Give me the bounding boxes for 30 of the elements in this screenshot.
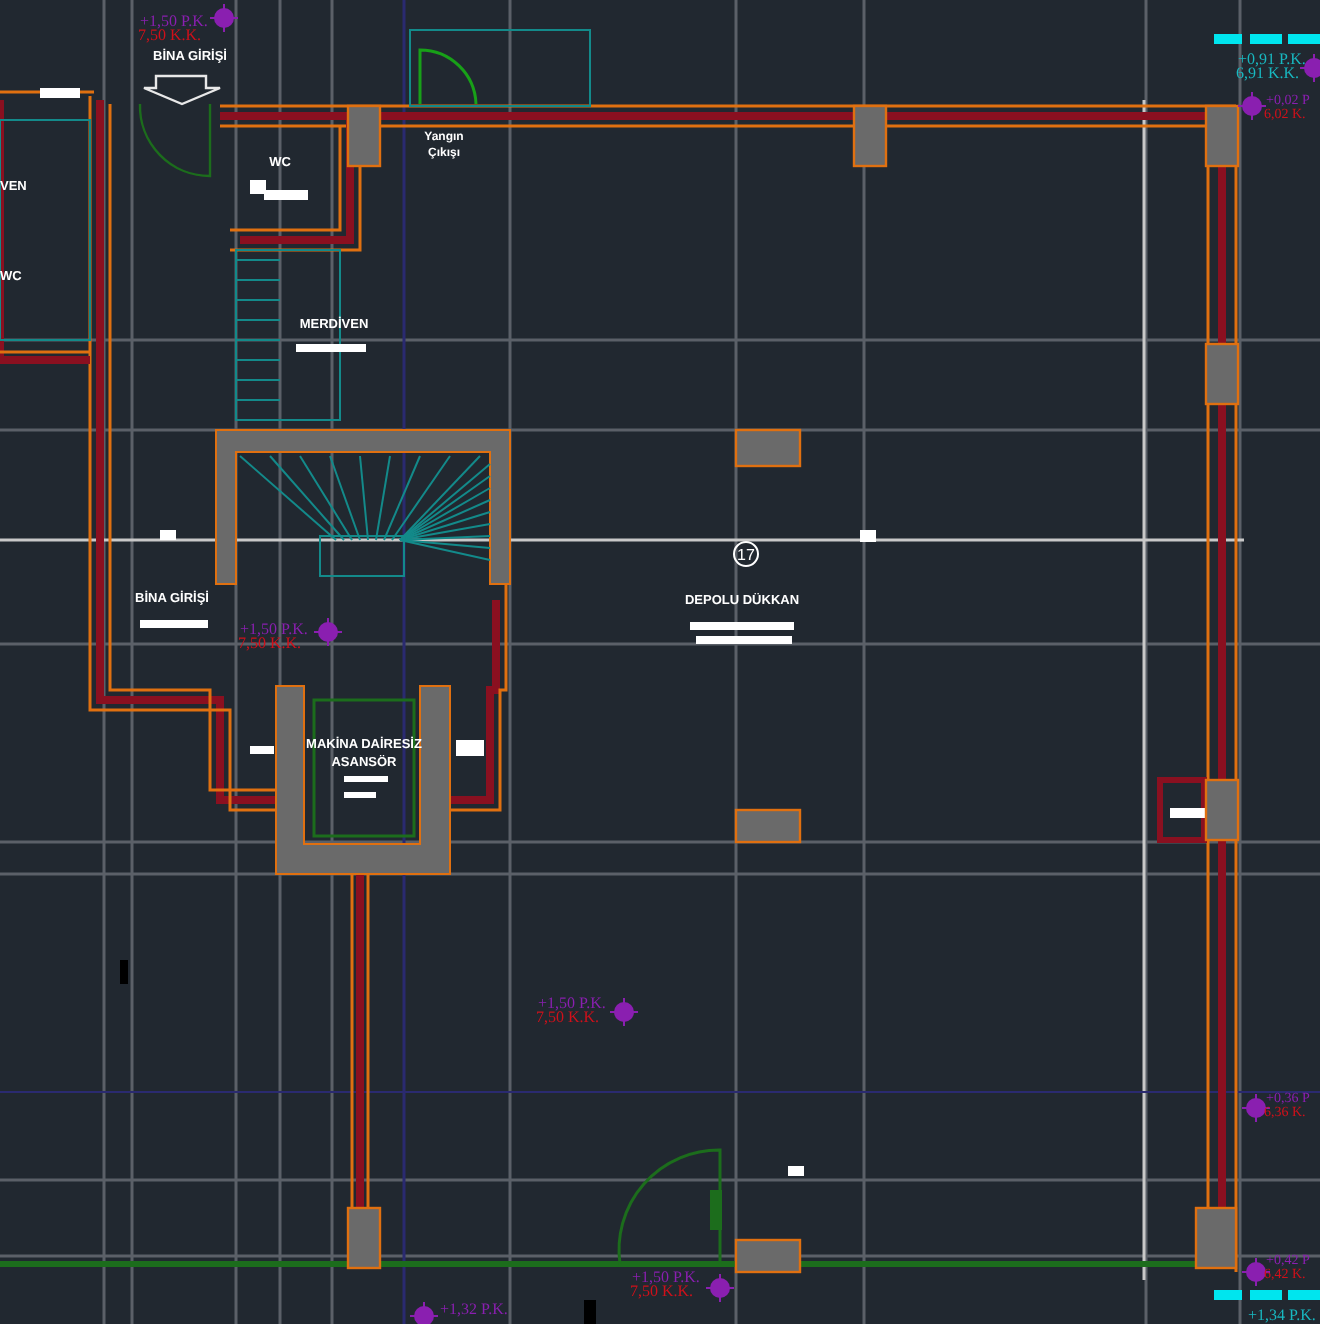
structural-column <box>734 808 802 844</box>
structural-column <box>734 428 802 468</box>
elevation-level-text: +1,32 P.K. <box>440 1300 508 1318</box>
structural-column <box>1194 1206 1238 1270</box>
elevation-marker-icon <box>609 997 639 1027</box>
room-number: 17 <box>737 546 755 564</box>
elevation-level-text: +1,50 P.K. <box>632 1268 700 1286</box>
elevation-level-text: 7,50 K.K. <box>536 1008 600 1026</box>
room-number-circle <box>733 541 759 567</box>
structural-column <box>346 1206 382 1270</box>
elevation-marker-icon <box>1237 91 1267 121</box>
structural-column <box>852 104 888 168</box>
elevation-level-text: 7,50 K.K. <box>138 26 202 44</box>
structural-column <box>1204 342 1240 406</box>
structural-column <box>734 1238 802 1274</box>
elevation-level-text: 6,91 K.K. <box>1236 64 1300 82</box>
elevation-level-text: +0,91 P.K. <box>1238 50 1306 68</box>
elevation-marker-icon <box>313 617 343 647</box>
elevation-level-text: 7,50 K.K. <box>630 1282 694 1300</box>
elevation-marker-icon <box>409 1301 439 1324</box>
structural-column <box>1204 104 1240 168</box>
elevation-level-text: +1,34 P.K. <box>1248 1306 1316 1324</box>
elevation-level-text: +1,50 P.K. <box>240 620 308 638</box>
elevation-level-text: 7,50 K.K. <box>238 634 302 652</box>
elevation-level-text: +1,50 P.K. <box>140 12 208 30</box>
elevation-marker-icon <box>705 1273 735 1303</box>
structural-column <box>346 104 382 168</box>
structural-column <box>1204 778 1240 842</box>
elevation-marker-icon <box>209 3 239 33</box>
elevation-level-text: +1,50 P.K. <box>538 994 606 1012</box>
